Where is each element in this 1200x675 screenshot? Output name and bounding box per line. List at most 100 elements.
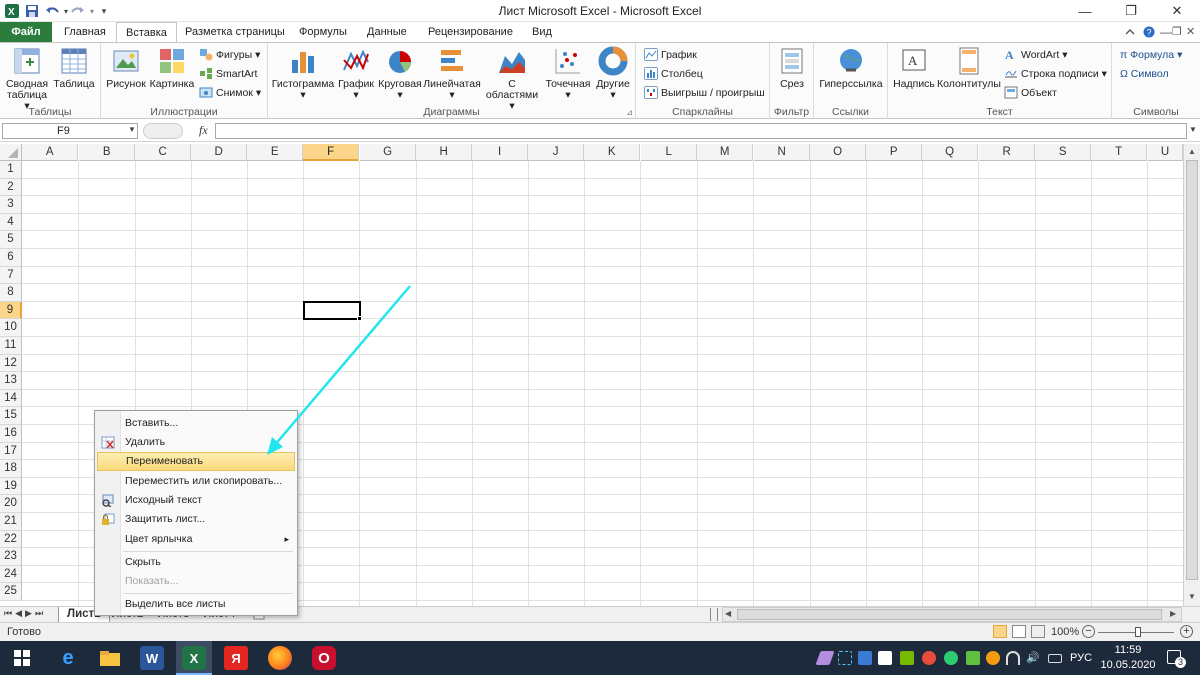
textbox-button[interactable]: A Надпись: [890, 46, 938, 90]
minimize-ribbon-icon[interactable]: [1124, 26, 1136, 38]
select-all-corner[interactable]: [0, 144, 22, 161]
row-header-19[interactable]: 19: [0, 477, 22, 496]
screenshot-button[interactable]: Снимок ▾: [199, 84, 261, 101]
row-header-12[interactable]: 12: [0, 354, 22, 373]
windows-start-icon[interactable]: [10, 646, 34, 670]
row-header-16[interactable]: 16: [0, 425, 22, 443]
column-header-i[interactable]: I: [472, 144, 529, 161]
active-cell-f9[interactable]: [303, 301, 361, 320]
other-charts-button[interactable]: Другие ▾: [594, 46, 632, 101]
tab-page-layout[interactable]: Разметка страницы: [176, 22, 294, 42]
app-tray-icon[interactable]: [922, 651, 936, 665]
column-header-a[interactable]: A: [22, 144, 79, 161]
object-button[interactable]: Объект: [1004, 84, 1057, 101]
menu-item-delete[interactable]: Удалить: [97, 433, 295, 452]
sparkline-column-button[interactable]: Столбец: [644, 65, 703, 82]
formula-input[interactable]: [215, 123, 1187, 139]
volume-icon[interactable]: 🔊: [1026, 651, 1040, 665]
menu-item-insert[interactable]: Вставить...: [97, 414, 295, 433]
help-icon[interactable]: ?: [1143, 26, 1155, 38]
tab-data[interactable]: Данные: [358, 22, 416, 42]
row-header-3[interactable]: 3: [0, 196, 22, 214]
zoom-slider-thumb[interactable]: [1135, 627, 1141, 637]
bar-chart-button[interactable]: Линейчатая ▾: [423, 46, 481, 101]
opera-icon[interactable]: O: [312, 646, 336, 670]
column-header-l[interactable]: L: [641, 144, 698, 161]
histogram-button[interactable]: Гистограмма ▾: [272, 46, 334, 101]
column-header-p[interactable]: P: [866, 144, 923, 161]
page-break-view-icon[interactable]: [1031, 625, 1045, 638]
edge-browser-icon[interactable]: e: [56, 646, 80, 670]
area-chart-button[interactable]: С областями ▾: [482, 46, 542, 112]
column-header-m[interactable]: M: [697, 144, 754, 161]
name-box[interactable]: F9: [2, 123, 138, 139]
horizontal-scrollbar[interactable]: ◀ ▶: [722, 607, 1182, 622]
restore-button[interactable]: ❐: [1108, 0, 1154, 22]
sheet-nav-arrows-icon[interactable]: ⏮◀▶⏭: [4, 608, 46, 619]
network-manager-tray-icon[interactable]: [858, 651, 872, 665]
row-header-24[interactable]: 24: [0, 565, 22, 584]
excel-taskbar-active[interactable]: X: [176, 641, 212, 675]
fill-handle[interactable]: [357, 316, 362, 321]
settings-tray-icon[interactable]: [944, 651, 958, 665]
workbook-close-icon[interactable]: ✕: [1186, 25, 1195, 38]
scatter-chart-button[interactable]: Точечная ▾: [544, 46, 592, 101]
tab-home[interactable]: Главная: [55, 22, 115, 42]
equation-button[interactable]: π Формула ▾: [1120, 46, 1182, 63]
column-header-c[interactable]: C: [135, 144, 192, 161]
row-header-20[interactable]: 20: [0, 495, 22, 513]
row-header-15[interactable]: 15: [0, 407, 22, 425]
horizontal-scroll-thumb[interactable]: [737, 609, 1162, 620]
row-header-13[interactable]: 13: [0, 372, 22, 390]
pie-chart-button[interactable]: Круговая ▾: [376, 46, 424, 101]
zoom-level[interactable]: 100%: [1051, 626, 1079, 638]
row-header-2[interactable]: 2: [0, 178, 22, 197]
menu-item-select-all-sheets[interactable]: Выделить все листы: [97, 595, 295, 614]
menu-item-move-copy[interactable]: Переместить или скопировать...: [97, 472, 295, 491]
row-header-7[interactable]: 7: [0, 266, 22, 285]
column-header-e[interactable]: E: [247, 144, 304, 161]
row-header-25[interactable]: 25: [0, 583, 22, 601]
battery-icon[interactable]: [1048, 654, 1062, 663]
clock-date[interactable]: 10.05.2020: [1098, 659, 1158, 671]
tab-view[interactable]: Вид: [523, 22, 561, 42]
close-button[interactable]: ✕: [1154, 0, 1200, 22]
row-header-8[interactable]: 8: [0, 284, 22, 302]
column-header-b[interactable]: B: [79, 144, 136, 161]
zoom-in-icon[interactable]: +: [1180, 625, 1193, 638]
row-header-9[interactable]: 9: [0, 301, 22, 320]
sparkline-line-button[interactable]: График: [644, 46, 697, 63]
menu-item-rename[interactable]: Переименовать: [97, 452, 295, 471]
sparkline-winloss-button[interactable]: Выигрыш / проигрыш: [644, 84, 765, 101]
tab-file[interactable]: Файл: [0, 22, 52, 42]
tab-review[interactable]: Рецензирование: [419, 22, 522, 42]
row-header-14[interactable]: 14: [0, 389, 22, 408]
normal-view-icon[interactable]: [993, 625, 1007, 638]
menu-item-view-code[interactable]: Исходный текст: [97, 491, 295, 510]
vertical-scrollbar[interactable]: ▲ ▼: [1183, 144, 1200, 606]
security-tray-icon[interactable]: [878, 651, 892, 665]
row-header-10[interactable]: 10: [0, 319, 22, 337]
zoom-out-icon[interactable]: −: [1082, 625, 1095, 638]
row-header-6[interactable]: 6: [0, 249, 22, 267]
column-header-g[interactable]: G: [360, 144, 417, 161]
table-button[interactable]: Таблица: [52, 46, 96, 90]
scroll-up-icon[interactable]: ▲: [1186, 147, 1198, 157]
workbook-restore-icon[interactable]: ❐: [1172, 25, 1182, 38]
formula-bar-resize-handle[interactable]: [143, 123, 183, 139]
column-header-s[interactable]: S: [1035, 144, 1092, 161]
column-header-n[interactable]: N: [754, 144, 811, 161]
wordart-button[interactable]: A WordArt ▾: [1004, 46, 1068, 63]
clock-time[interactable]: 11:59: [1102, 644, 1154, 656]
clipart-button[interactable]: Картинка: [149, 46, 195, 90]
expand-formula-bar-icon[interactable]: ▼: [1189, 125, 1197, 134]
row-header-11[interactable]: 11: [0, 337, 22, 355]
row-header-23[interactable]: 23: [0, 548, 22, 566]
vertical-scroll-thumb[interactable]: [1186, 160, 1198, 580]
pen-tray-icon[interactable]: [815, 651, 835, 665]
menu-item-hide[interactable]: Скрыть: [97, 553, 295, 572]
namebox-dropdown-icon[interactable]: ▼: [128, 125, 136, 134]
pivot-table-button[interactable]: Сводная таблица ▾: [4, 46, 50, 112]
screenshot-tray-icon[interactable]: [838, 651, 852, 665]
word-app-icon[interactable]: W: [140, 646, 164, 670]
